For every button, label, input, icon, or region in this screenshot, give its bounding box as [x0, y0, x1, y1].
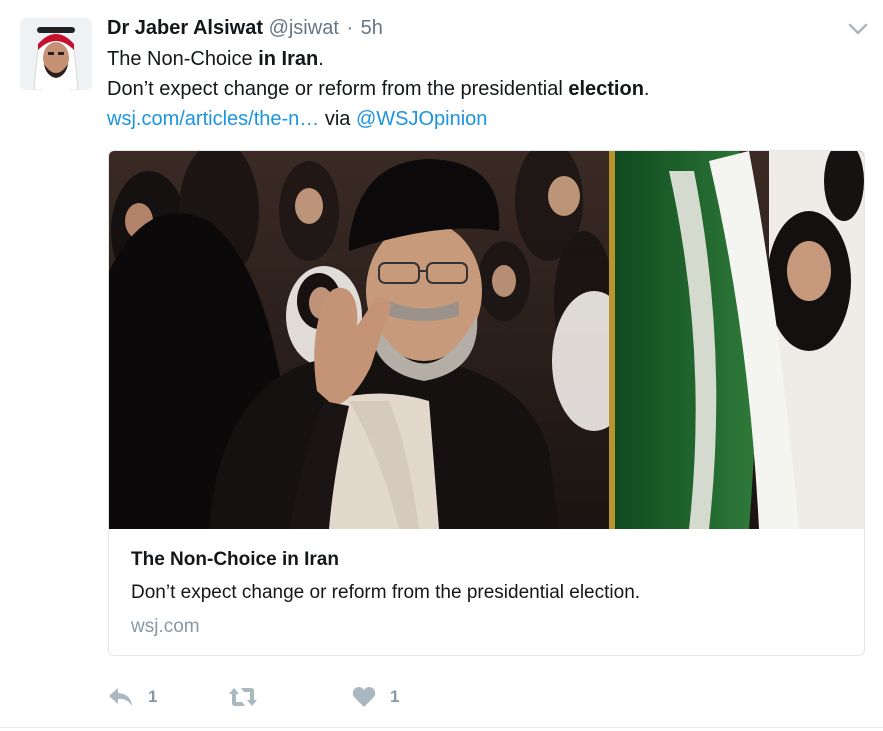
- reply-count: 1: [148, 687, 158, 706]
- via-text: via: [319, 108, 356, 130]
- mention-link[interactable]: @WSJOpinion: [356, 108, 487, 130]
- author-handle[interactable]: @jsiwat: [269, 17, 339, 39]
- retweet-icon: [229, 688, 257, 706]
- article-link[interactable]: wsj.com/articles/the-n…: [107, 108, 319, 130]
- tweet-text-line-3: wsj.com/articles/the-n… via @WSJOpinion: [107, 108, 487, 131]
- text-highlight: election: [568, 78, 644, 100]
- author-name[interactable]: Dr Jaber Alsiwat: [107, 17, 263, 39]
- reply-icon: [109, 688, 132, 706]
- card-description: Don’t expect change or reform from the p…: [131, 582, 641, 603]
- card-image: [109, 151, 864, 529]
- avatar[interactable]: [20, 18, 92, 90]
- link-card[interactable]: The Non-Choice in Iran Don’t expect chan…: [108, 150, 865, 656]
- more-options-caret[interactable]: [846, 18, 870, 40]
- text-highlight: in Iran: [258, 48, 319, 70]
- tweet-text-line-1: The Non-Choice in Iran.: [107, 48, 324, 71]
- avatar-image: [20, 18, 92, 90]
- text-segment: The Non-Choice: [107, 48, 259, 70]
- tweet-divider: [0, 727, 883, 728]
- like-button[interactable]: 1: [352, 683, 399, 711]
- chevron-down-icon: [848, 23, 868, 35]
- separator-dot: ·: [346, 17, 354, 39]
- tweet-header: Dr Jaber Alsiwat @jsiwat · 5h: [107, 17, 383, 40]
- like-count: 1: [390, 687, 400, 706]
- text-segment: Don’t expect change or reform from the p…: [107, 78, 569, 100]
- reply-button[interactable]: 1: [108, 683, 157, 711]
- text-segment: .: [318, 48, 324, 70]
- card-domain: wsj.com: [131, 616, 200, 637]
- heart-icon: [352, 687, 376, 707]
- timestamp[interactable]: 5h: [361, 17, 383, 39]
- text-segment: .: [643, 78, 650, 100]
- tweet-text-line-2: Don’t expect change or reform from the p…: [107, 78, 649, 101]
- retweet-button[interactable]: [228, 683, 272, 711]
- tweet[interactable]: Dr Jaber Alsiwat @jsiwat · 5h The Non-Ch…: [0, 0, 883, 731]
- card-title[interactable]: The Non-Choice in Iran: [131, 549, 339, 571]
